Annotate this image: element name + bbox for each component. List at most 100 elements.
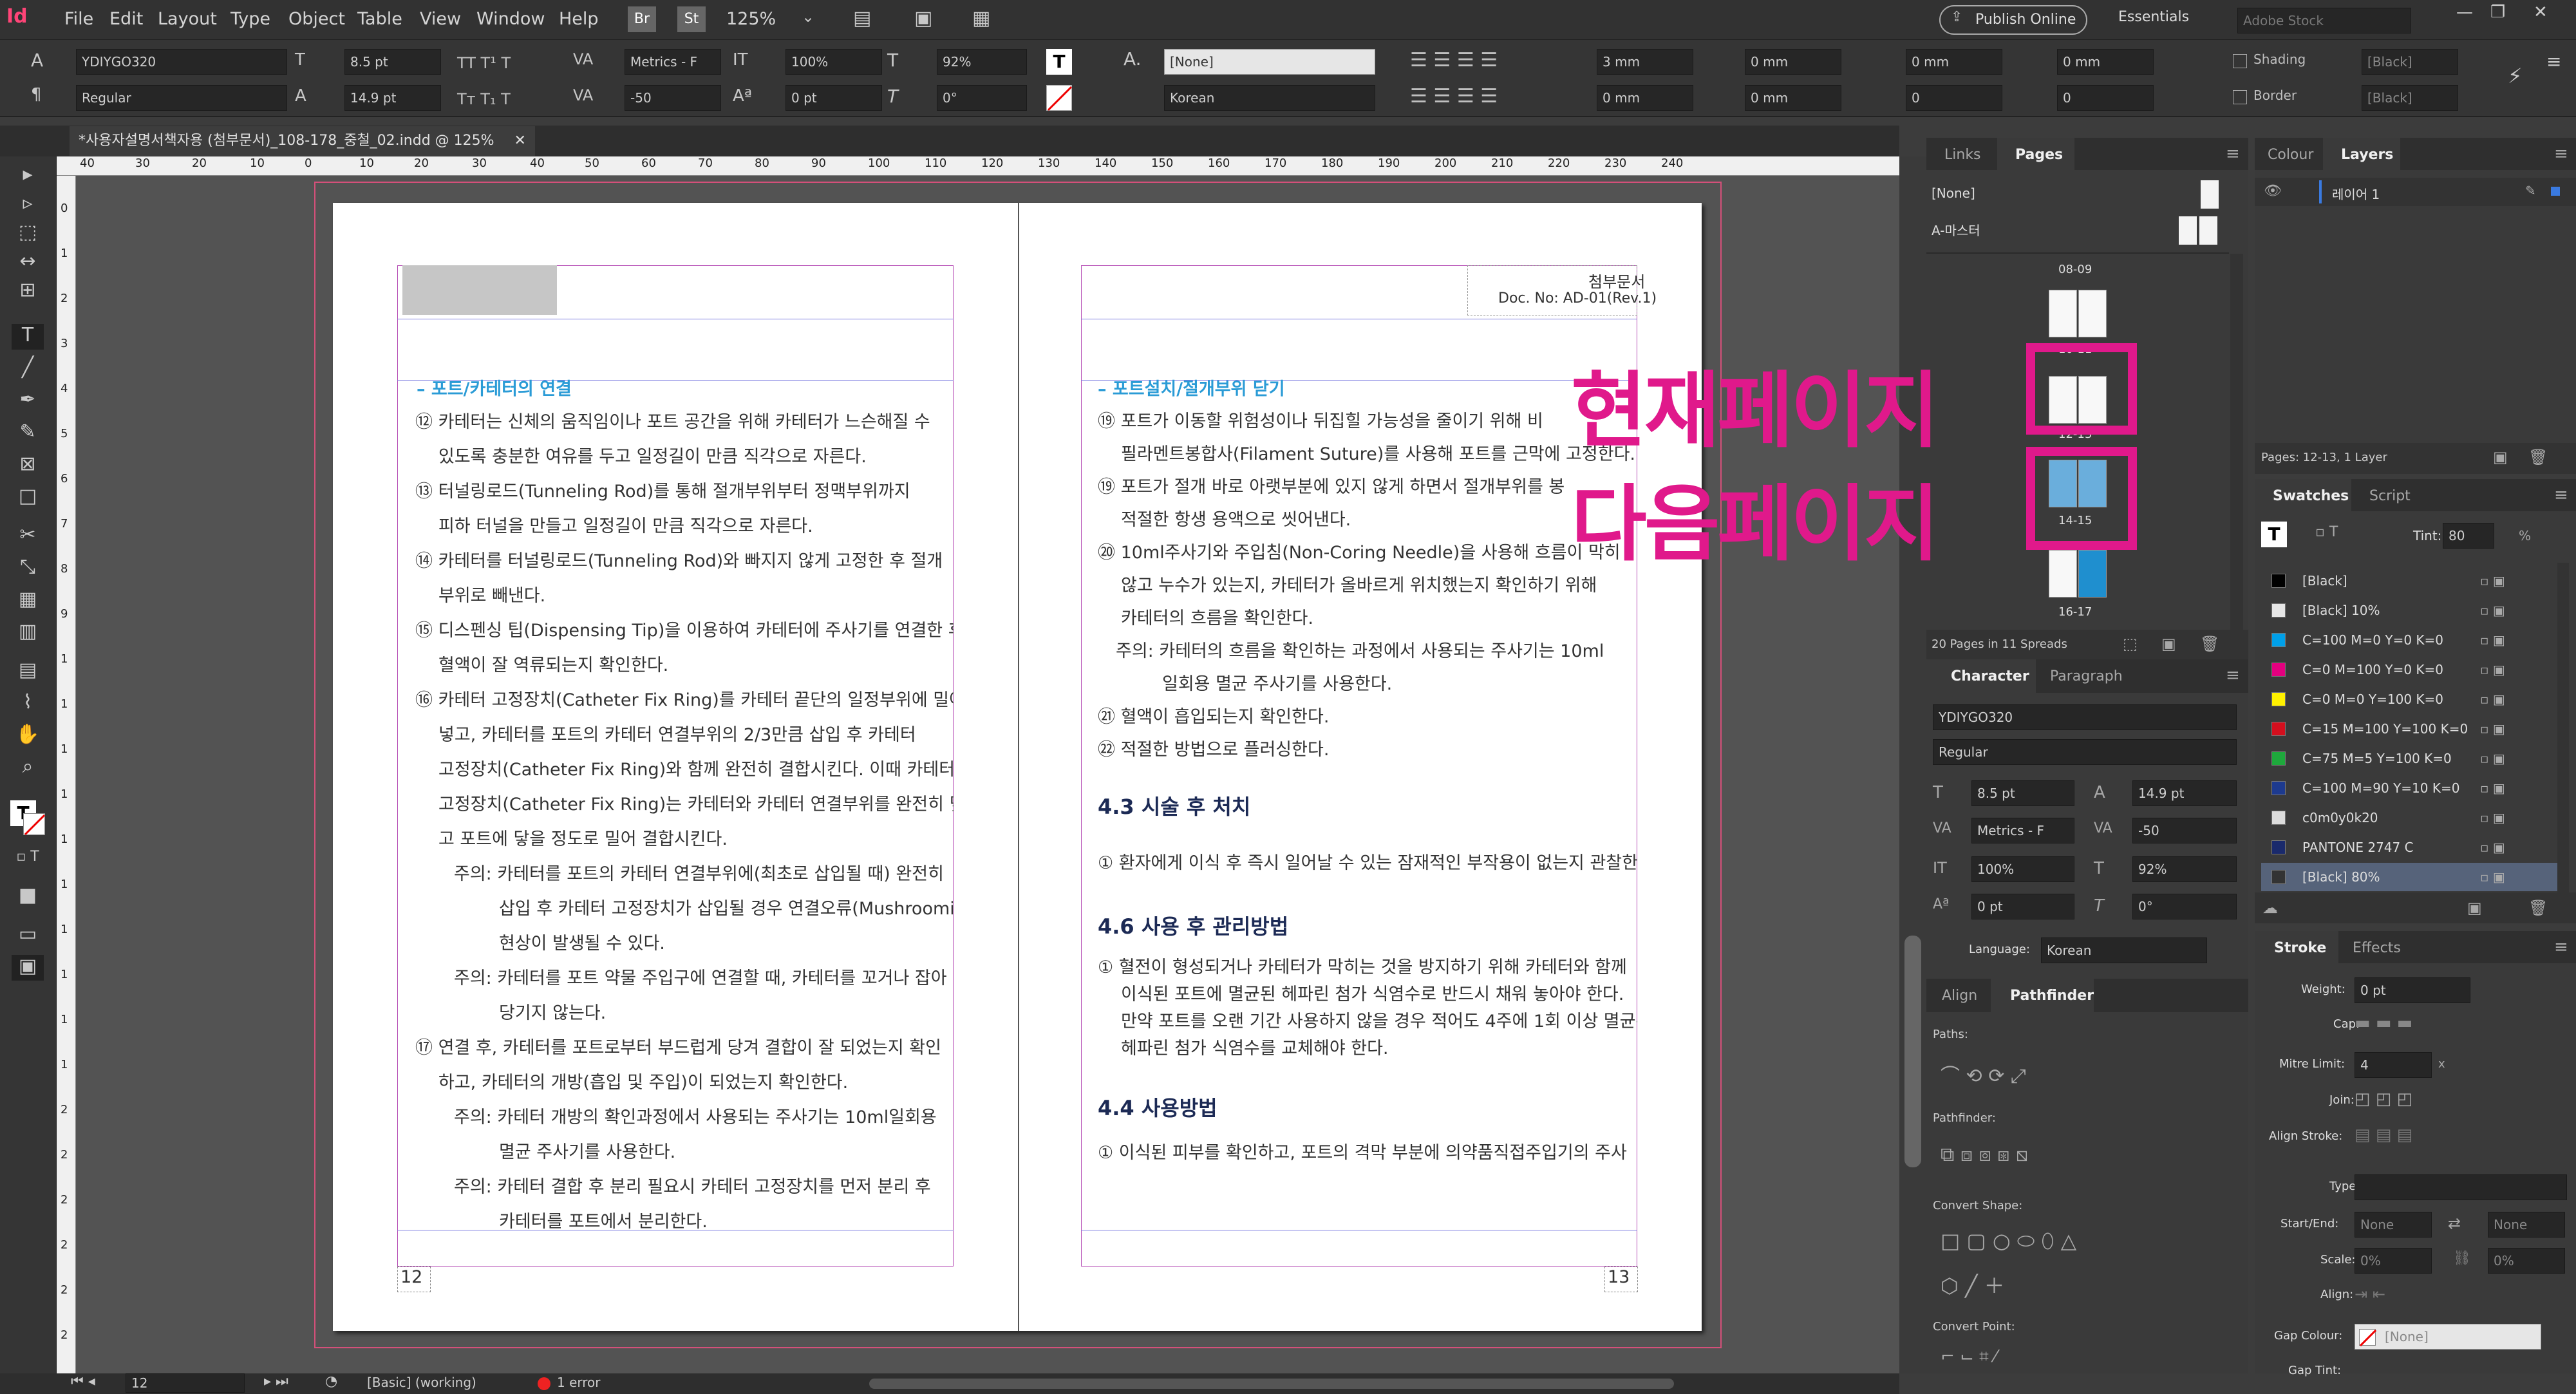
fill-text-swatch-icon[interactable]: T [2261,522,2287,547]
adobe-stock-search[interactable]: Adobe Stock [2237,8,2411,33]
tab-align[interactable]: Align [1942,988,1977,1004]
scissors-tool-icon[interactable]: ✂ [12,523,44,549]
selection-tool-icon[interactable]: ▸ [12,163,44,189]
right-indent-field[interactable]: 0 mm [1745,49,1841,75]
eyedropper-tool-icon[interactable]: ⌇ [12,691,44,717]
next-page-icon[interactable]: ▸ ⏭ [264,1373,288,1389]
space-after-field[interactable]: 0 mm [2057,49,2154,75]
right-page-body[interactable]: ⑲ 포트가 이동할 위험성이나 뒤집힐 가능성을 줄이기 위해 비 필라멘트봉합… [1098,405,1637,1242]
close-icon[interactable]: ✕ [2534,3,2548,22]
paragraph-formatting-icon[interactable]: ¶ [31,86,42,103]
font-size-field[interactable]: 8.5 pt [344,49,441,75]
eye-icon[interactable]: 👁 [2264,183,2282,199]
preflight-profile[interactable]: [Basic] (working) [367,1375,476,1390]
miter-limit-field[interactable]: 4 [2355,1052,2432,1078]
skew-field[interactable]: 0° [937,85,1027,111]
tab-pages[interactable]: Pages [2015,147,2063,163]
error-count[interactable]: 1 error [557,1375,601,1390]
maximize-icon[interactable]: ❐ [2490,3,2505,22]
stroke-weight-field[interactable]: 0 pt [2355,977,2470,1003]
menu-view[interactable]: View [420,9,461,29]
layer-name[interactable]: 레이어 1 [2332,184,2380,203]
chevron-down-icon[interactable]: ⌄ [802,8,814,26]
hand-tool-icon[interactable]: ✋ [12,723,44,749]
swatch-row[interactable]: C=75 M=5 Y=100 K=0 ▫ ▣ [2261,744,2557,773]
character-kerning-field[interactable]: Metrics - F [1971,818,2074,843]
none-master-thumb[interactable] [2201,180,2219,209]
tab-effects[interactable]: Effects [2353,940,2401,956]
convert-rectangle-icon[interactable]: □ ▢ ○ ⬭ ⬯ △ [1941,1229,2076,1254]
screen-mode-icon[interactable]: ▣ [914,9,932,28]
zoom-level[interactable]: 125% [726,9,776,29]
character-font-field[interactable]: YDIYGO320 [1933,704,2237,730]
delete-swatch-icon[interactable]: 🗑 [2528,899,2548,917]
preflight-icon[interactable]: ◔ [325,1373,337,1389]
character-style-field[interactable]: Regular [1933,739,2237,765]
language-field[interactable]: Korean [1164,85,1375,111]
swatch-row[interactable]: [Black] 10% ▫ ▣ [2261,596,2557,625]
character-style-field[interactable]: [None] [1164,49,1375,75]
horizontal-scale-field[interactable]: 92% [937,49,1027,75]
apply-color-icon[interactable]: ■ [12,884,44,910]
rectangle-frame-tool-icon[interactable]: ⊠ [12,453,44,478]
a-master-thumb-right[interactable] [2199,216,2217,245]
space-before-field[interactable]: 0 mm [1906,49,2002,75]
control-menu-icon[interactable]: ≡ [2546,53,2561,71]
pages-scrollbar[interactable] [2230,254,2243,640]
character-skew-field[interactable]: 0° [2132,894,2237,919]
tab-layers[interactable]: Layers [2341,147,2393,163]
stroke-menu-icon[interactable]: ≡ [2554,937,2568,957]
drop-cap-chars-field[interactable]: 0 [2057,85,2154,111]
page-spread[interactable]: – 포트/카테터의 연결 ⑫ 카테터는 신체의 움직임이나 포트 공간을 위해 … [333,203,1702,1331]
menu-edit[interactable]: Edit [109,9,143,29]
tab-script[interactable]: Script [2369,488,2411,504]
swatch-row[interactable]: [Black] 80% ▫ ▣ [2261,863,2557,891]
scale-start-field[interactable]: 0% [2355,1248,2432,1274]
menu-object[interactable]: Object [288,9,345,29]
character-leading-field[interactable]: 14.9 pt [2132,780,2237,806]
align-left-icon[interactable]: ☰ ☰ ☰ ☰ [1410,49,1498,71]
horizontal-ruler[interactable]: 40 30 20 10 0 10 20 30 40 50 60 70 80 90… [57,156,1899,176]
swatch-row[interactable]: C=100 M=90 Y=10 K=0 ▫ ▣ [2261,774,2557,802]
swatch-row[interactable]: C=0 M=0 Y=100 K=0 ▫ ▣ [2261,685,2557,713]
swatch-row[interactable]: PANTONE 2747 C ▫ ▣ [2261,833,2557,862]
a-master-thumb-left[interactable] [2179,216,2197,245]
all-caps-icon[interactable]: TT T¹ T [457,54,511,72]
border-color-field[interactable]: [Black] [2362,85,2458,111]
tint-field[interactable]: 80 [2443,523,2494,549]
shading-color-field[interactable]: [Black] [2362,49,2458,75]
new-page-icon[interactable]: ▣ [2161,635,2176,653]
character-size-field[interactable]: 8.5 pt [1971,780,2074,806]
swatches-scrollbar[interactable] [2557,563,2569,898]
content-collector-icon[interactable]: ⊞ [12,279,44,305]
end-field[interactable]: None [2488,1212,2565,1238]
container-icon[interactable]: ▫ T [2315,524,2338,540]
none-master[interactable]: [None] [1932,185,1975,201]
zoom-tool-icon[interactable]: ⌕ [12,755,44,781]
quick-apply-icon[interactable]: ⚡ [2508,66,2522,86]
line-tool-icon[interactable]: ╱ [12,356,44,382]
tracking-field[interactable]: -50 [625,85,721,111]
edit-page-size-icon[interactable]: ⬚ [2123,635,2138,653]
normal-view-icon[interactable]: ▭ [12,923,44,948]
rectangle-tool-icon[interactable]: □ [12,485,44,511]
character-panel-menu-icon[interactable]: ≡ [2226,666,2240,685]
arrow-align-icon[interactable]: ⇥ ⇤ [2355,1285,2385,1303]
a-master[interactable]: A-마스터 [1932,220,1980,239]
convert-point-icon[interactable]: ⌐ ⌙ ⌗ ⁄ [1941,1347,1997,1367]
view-options-icon[interactable]: ▤ [853,9,871,28]
menu-window[interactable]: Window [476,9,545,29]
bridge-button[interactable]: Br [628,6,656,32]
delete-page-icon[interactable]: 🗑 [2200,635,2219,653]
text-fill-icon[interactable]: T [1046,49,1072,75]
character-language-field[interactable]: Korean [2041,937,2207,963]
direct-selection-tool-icon[interactable]: ▹ [12,192,44,218]
justify-icon[interactable]: ☰ ☰ ☰ ☰ [1410,85,1498,108]
tab-character[interactable]: Character [1951,668,2029,684]
swatch-row[interactable]: C=100 M=0 Y=0 K=0 ▫ ▣ [2261,626,2557,654]
formatting-affects-icon[interactable]: ▫ T [12,849,44,874]
join-icon[interactable]: ◰ ◰ ◰ [2355,1089,2412,1109]
swatch-row[interactable]: C=0 M=100 Y=0 K=0 ▫ ▣ [2261,655,2557,684]
page-number-field[interactable]: 12 [126,1373,245,1393]
small-caps-icon[interactable]: Tт T₁ T [457,90,511,108]
